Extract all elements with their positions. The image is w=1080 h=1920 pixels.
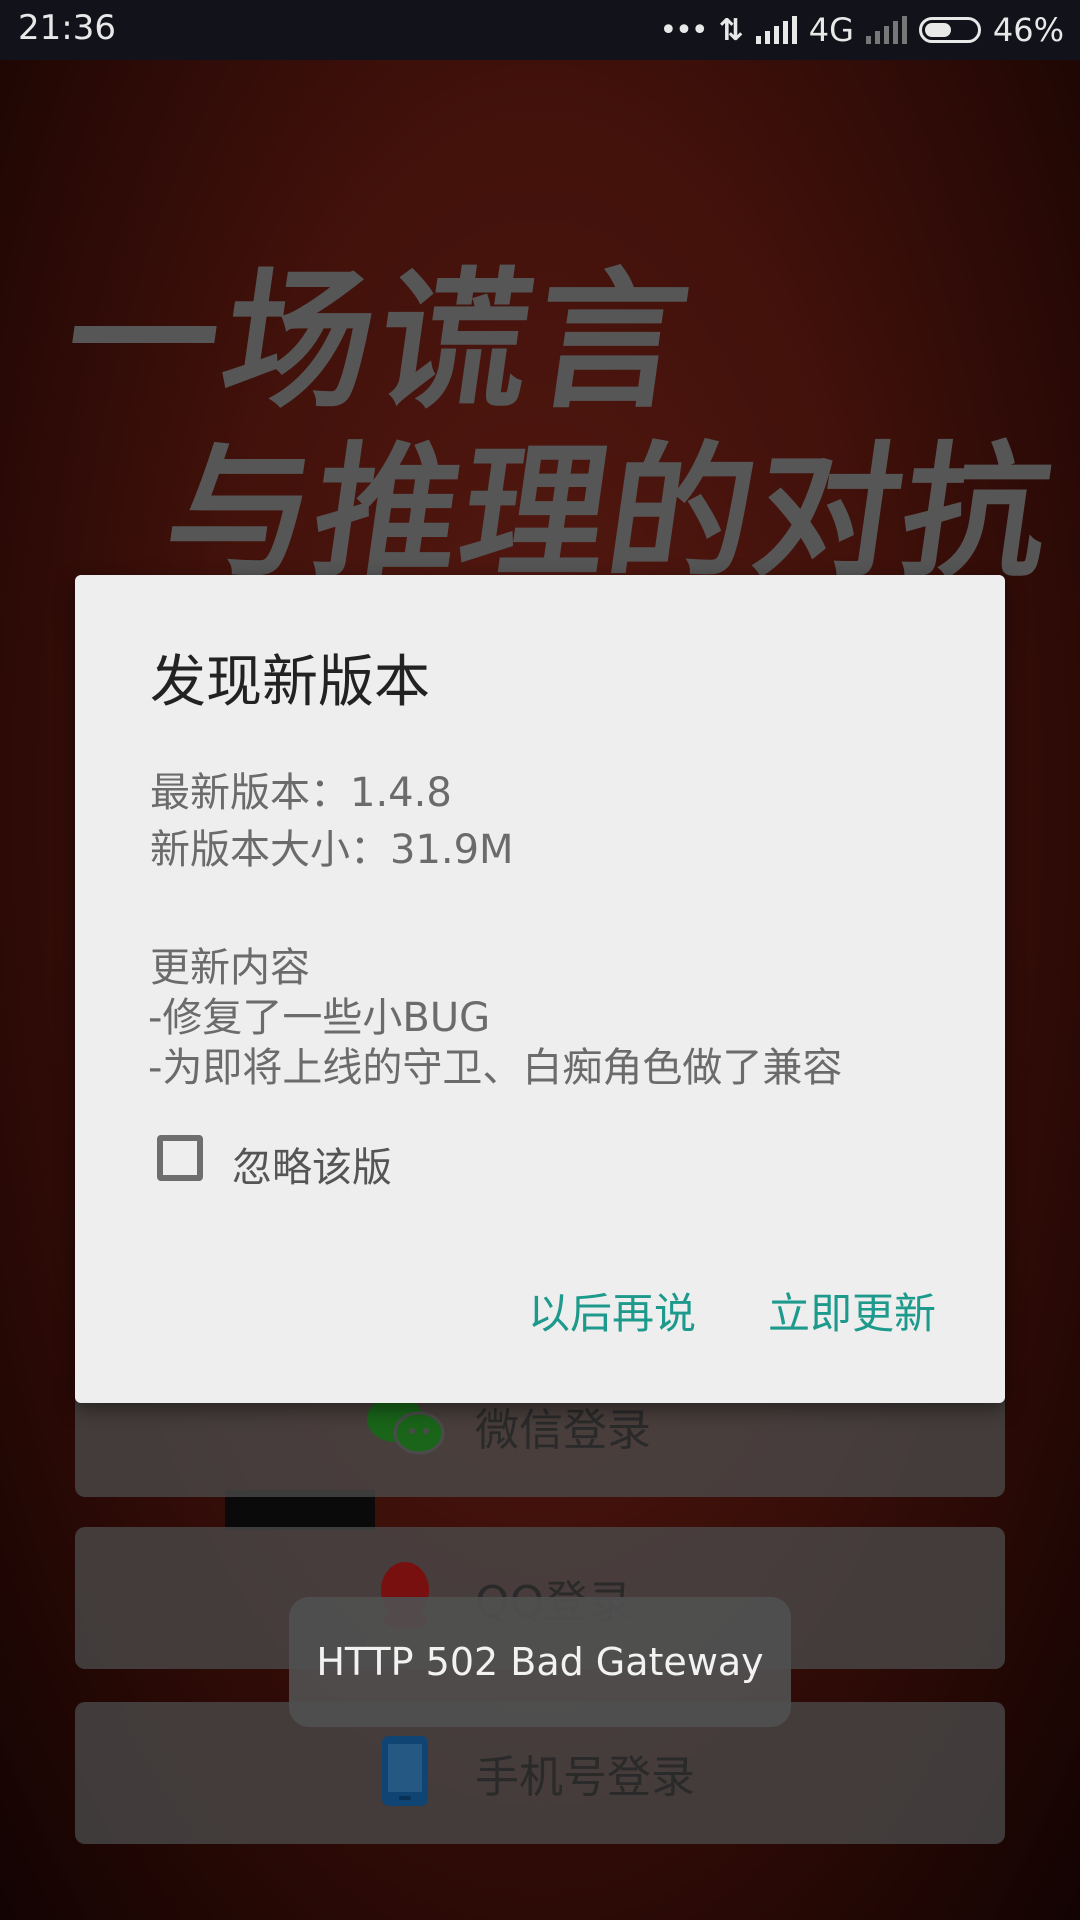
battery-icon <box>918 17 981 43</box>
ignore-version-label[interactable]: 忽略该版 <box>232 1135 392 1193</box>
update-now-button[interactable]: 立即更新 <box>768 1280 936 1341</box>
dialog-title: 发现新版本 <box>150 650 430 715</box>
status-time: 21:36 <box>18 8 116 48</box>
data-transfer-icon: ⇅ <box>718 12 744 48</box>
battery-percent: 46% <box>992 11 1064 49</box>
release-note-item: -为即将上线的守卫、白痴角色做了兼容 <box>148 1045 843 1091</box>
error-toast: HTTP 502 Bad Gateway <box>289 1597 791 1727</box>
network-type: 4G <box>808 11 854 49</box>
later-button[interactable]: 以后再说 <box>528 1280 696 1341</box>
new-size-text: 新版本大小：31.9M <box>150 827 514 873</box>
update-dialog: 发现新版本 最新版本：1.4.8 新版本大小：31.9M 更新内容 -修复了一些… <box>75 575 1005 1403</box>
signal-no-service-icon <box>865 16 907 44</box>
status-icons: ••• ⇅ 4G 46% <box>659 6 1064 54</box>
toast-text: HTTP 502 Bad Gateway <box>316 1640 764 1684</box>
latest-version-text: 最新版本：1.4.8 <box>150 770 452 816</box>
more-notifications-icon: ••• <box>659 12 708 48</box>
signal-icon <box>755 16 797 44</box>
ignore-version-checkbox[interactable] <box>157 1135 203 1181</box>
status-bar: 21:36 ••• ⇅ 4G 46% <box>0 0 1080 60</box>
